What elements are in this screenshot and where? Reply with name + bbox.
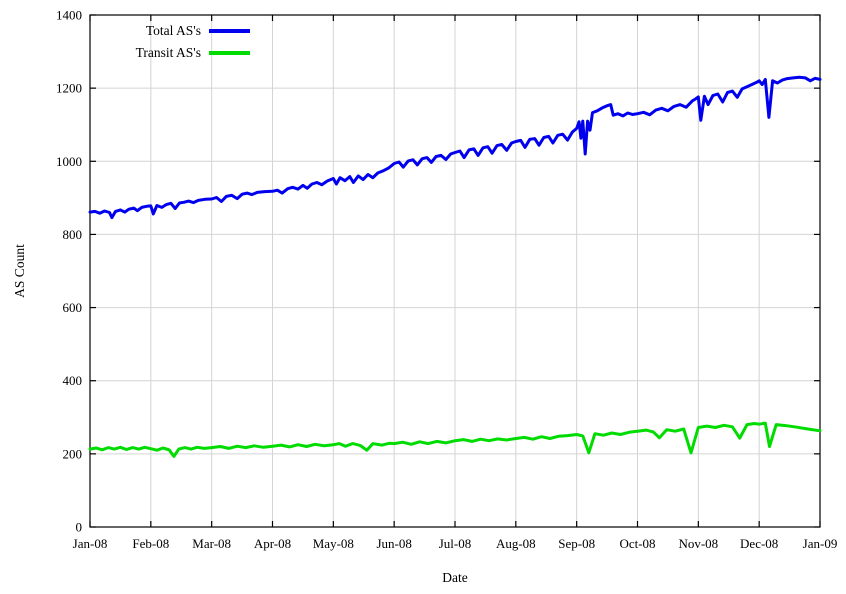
chart-page: Jan-08 Feb-08 Mar-08 Apr-08 May-08 Jun-08 Jul-… bbox=[0, 0, 846, 594]
x-tick-label: May-08 bbox=[313, 536, 354, 551]
x-tick-label: Dec-08 bbox=[740, 536, 778, 551]
x-tick-label: Oct-08 bbox=[619, 536, 655, 551]
y-tick-label: 400 bbox=[63, 373, 83, 388]
y-tick-label: 800 bbox=[63, 227, 83, 242]
y-tick-label: 600 bbox=[63, 300, 83, 315]
legend-label-total-as: Total AS's bbox=[146, 23, 201, 39]
x-tick-label: Nov-08 bbox=[678, 536, 718, 551]
legend: Total AS's Transit AS's bbox=[84, 20, 250, 64]
y-tick-label: 1000 bbox=[56, 154, 82, 169]
x-tick-label: Jan-08 bbox=[73, 536, 108, 551]
y-axis-title: AS Count bbox=[12, 244, 28, 298]
x-axis-title: Date bbox=[442, 570, 467, 586]
legend-item-transit-as: Transit AS's bbox=[84, 42, 250, 64]
legend-line-sample-total-as bbox=[209, 29, 250, 33]
x-tick-label: Apr-08 bbox=[254, 536, 291, 551]
y-tick-label: 1200 bbox=[56, 81, 82, 96]
x-tick-label: Feb-08 bbox=[132, 536, 169, 551]
y-tick-label: 200 bbox=[63, 446, 83, 461]
legend-label-transit-as: Transit AS's bbox=[136, 45, 201, 61]
y-tick-label: 1400 bbox=[56, 8, 82, 23]
y-tick-label: 0 bbox=[76, 520, 83, 535]
x-tick-label: Sep-08 bbox=[558, 536, 595, 551]
x-tick-label: Jan-09 bbox=[803, 536, 838, 551]
plot-area: Jan-08 Feb-08 Mar-08 Apr-08 May-08 Jun-08 Jul-… bbox=[0, 0, 846, 594]
legend-item-total-as: Total AS's bbox=[84, 20, 250, 42]
legend-line-sample-transit-as bbox=[209, 51, 250, 55]
x-tick-label: Jun-08 bbox=[376, 536, 411, 551]
x-tick-label: Jul-08 bbox=[439, 536, 472, 551]
x-tick-label: Mar-08 bbox=[192, 536, 231, 551]
x-tick-label: Aug-08 bbox=[496, 536, 536, 551]
